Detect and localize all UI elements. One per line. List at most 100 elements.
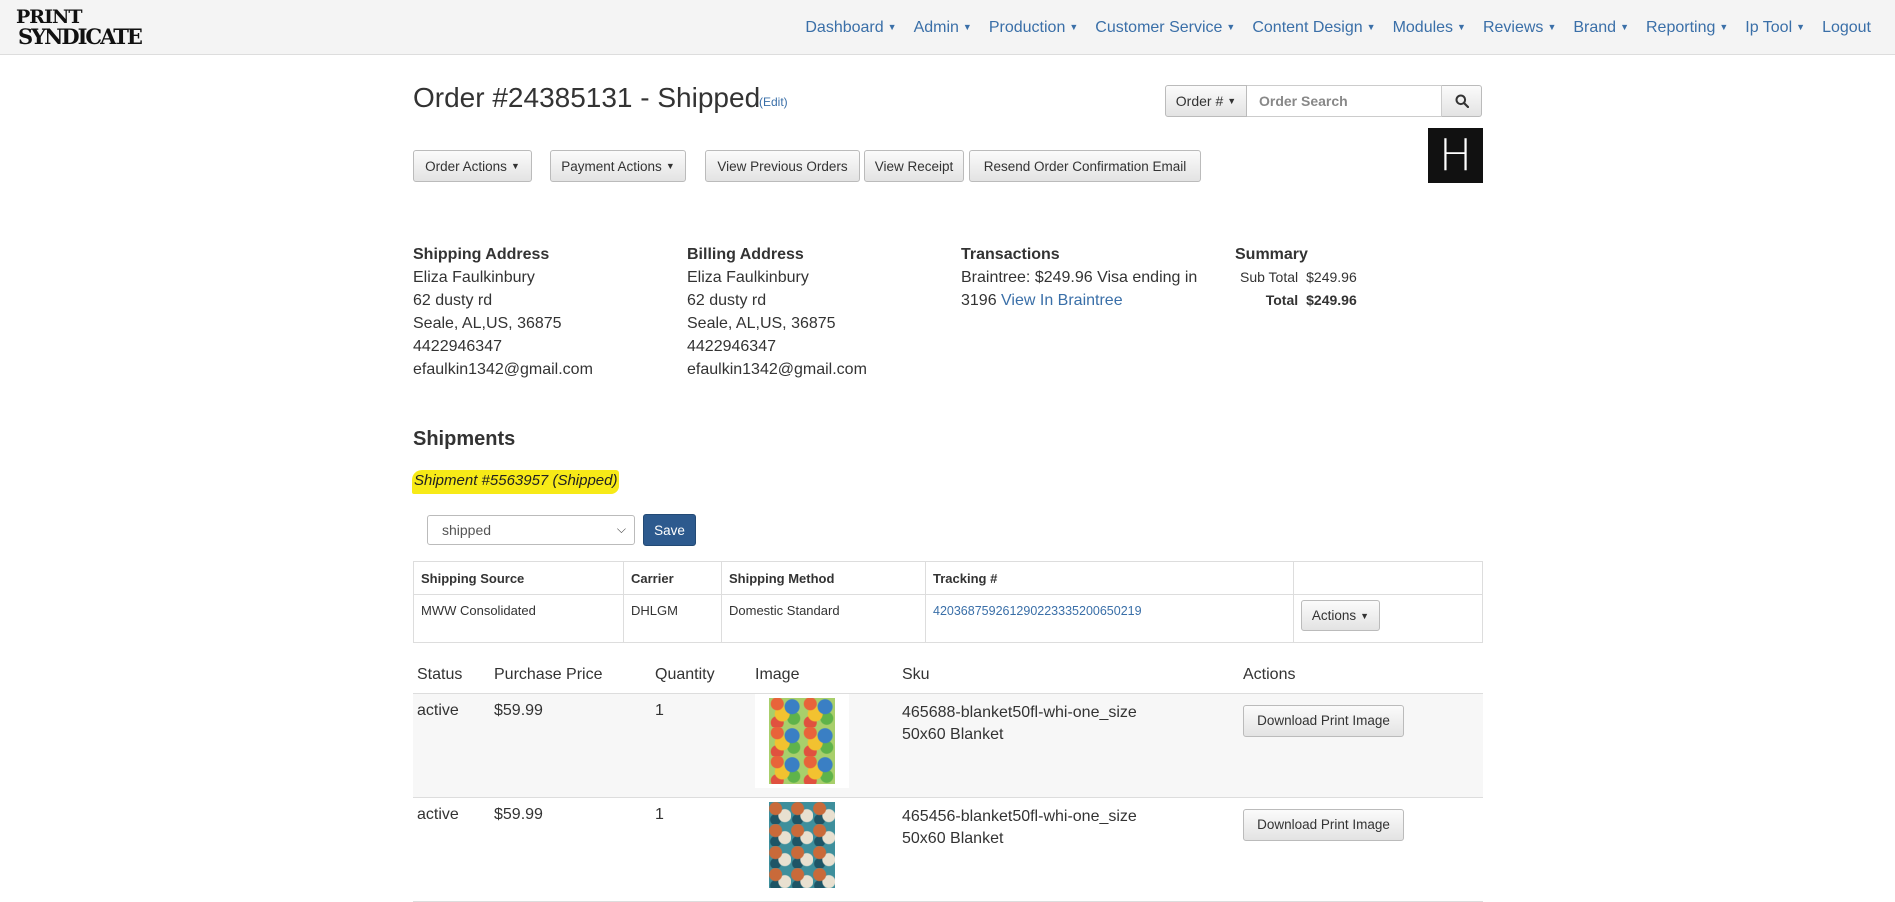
transaction-line: Braintree: $249.96 Visa ending in — [961, 269, 1198, 286]
billing-name: Eliza Faulkinbury — [687, 269, 809, 286]
item-quantity: 1 — [651, 693, 751, 798]
billing-street: 62 dusty rd — [687, 292, 767, 309]
nav-dashboard[interactable]: Dashboard ▼ — [805, 19, 896, 37]
payment-actions-button[interactable]: Payment Actions ▼ — [550, 150, 686, 182]
subtotal-label: Sub Total — [1240, 269, 1299, 285]
col-shipping-source: Shipping Source — [413, 561, 624, 595]
billing-email: efaulkin1342@gmail.com — [687, 361, 867, 378]
caret-down-icon: ▼ — [1069, 22, 1079, 33]
billing-address-block: Billing Address Eliza Faulkinbury 62 dus… — [687, 243, 927, 381]
col-tracking: Tracking # — [925, 561, 1294, 595]
view-previous-orders-button[interactable]: View Previous Orders — [705, 150, 860, 182]
item-row: active $59.99 1 465688-blanket50fl-whi-o… — [413, 693, 1483, 798]
item-sku: 465456-blanket50fl-whi-one_size — [902, 807, 1137, 825]
order-actions-button[interactable]: Order Actions ▼ — [413, 150, 532, 182]
nav-admin[interactable]: Admin ▼ — [914, 19, 972, 37]
nav-reviews[interactable]: Reviews ▼ — [1483, 19, 1556, 37]
total-label: Total — [1265, 292, 1299, 308]
nav-brand[interactable]: Brand ▼ — [1573, 19, 1629, 37]
caret-down-icon: ▼ — [1620, 22, 1629, 33]
product-thumbnail[interactable] — [755, 797, 849, 892]
shipping-street: 62 dusty rd — [413, 292, 493, 309]
item-status: active — [413, 797, 490, 902]
shipment-table: Shipping Source Carrier Shipping Method … — [413, 561, 1483, 643]
caret-down-icon: ▼ — [665, 161, 675, 171]
shipment-label: Shipment #5563957 (Shipped) — [412, 470, 620, 494]
shipping-phone: 4422946347 — [413, 338, 502, 355]
transactions-heading: Transactions — [961, 246, 1060, 263]
nav-content-design[interactable]: Content Design ▼ — [1252, 19, 1375, 37]
card-ending: 3196 — [961, 292, 997, 309]
order-search-group: Order # ▼ — [1165, 85, 1482, 117]
item-product-name: 50x60 Blanket — [902, 725, 1004, 743]
caret-down-icon: ▼ — [1226, 22, 1236, 33]
shipping-email: efaulkin1342@gmail.com — [413, 361, 593, 378]
shipping-address-heading: Shipping Address — [413, 246, 550, 263]
billing-city: Seale, AL,US, 36875 — [687, 315, 836, 332]
nav-reporting[interactable]: Reporting ▼ — [1646, 19, 1728, 37]
save-status-button[interactable]: Save — [643, 514, 696, 546]
status-select-value: shipped — [442, 522, 492, 538]
view-receipt-button[interactable]: View Receipt — [864, 150, 964, 182]
item-row: active $59.99 1 465456-blanket50fl-whi-o… — [413, 797, 1483, 902]
caret-down-icon: ▼ — [1360, 610, 1370, 621]
nav-logout[interactable]: Logout — [1822, 19, 1871, 37]
transactions-block: Transactions Braintree: $249.96 Visa end… — [961, 243, 1201, 312]
nav-ip-tool[interactable]: Ip Tool ▼ — [1745, 19, 1805, 37]
summary-block: Summary Sub Total $249.96 Total $249.96 — [1235, 243, 1475, 312]
download-print-image-button[interactable]: Download Print Image — [1243, 704, 1404, 737]
carrier-cell: DHLGM — [623, 594, 722, 643]
item-quantity: 1 — [651, 797, 751, 902]
shipments-heading: Shipments — [413, 428, 516, 450]
col-actions: Actions — [1239, 657, 1483, 694]
order-search-input[interactable] — [1247, 85, 1442, 117]
tracking-number-link[interactable]: 420368759261290223335200650219 — [933, 604, 1142, 618]
download-print-image-button[interactable]: Download Print Image — [1243, 808, 1404, 841]
col-quantity: Quantity — [651, 657, 751, 694]
item-price: $59.99 — [490, 797, 651, 902]
col-status: Status — [413, 657, 490, 694]
order-items-table: Status Purchase Price Quantity Image Sku… — [413, 657, 1483, 902]
shipment-row: MWW Consolidated DHLGM Domestic Standard… — [413, 594, 1483, 643]
nav-customer-service[interactable]: Customer Service ▼ — [1095, 19, 1235, 37]
top-navbar: PRINT SYNDICATE Dashboard ▼ Admin ▼ Produc… — [0, 0, 1895, 55]
view-in-braintree-link[interactable]: View In Braintree — [1001, 292, 1123, 309]
brand-logo: H — [1428, 128, 1483, 183]
caret-down-icon: ▼ — [1719, 22, 1729, 33]
print-syndicate-logo[interactable]: PRINT SYNDICATE — [16, 6, 143, 50]
shipping-source-cell: MWW Consolidated — [413, 594, 624, 643]
total-value: $249.96 — [1306, 292, 1357, 308]
summary-table: Sub Total $249.96 Total $249.96 — [1235, 266, 1357, 312]
blanket-pattern-image — [769, 801, 835, 888]
nav-modules[interactable]: Modules ▼ — [1393, 19, 1466, 37]
item-product-name: 50x60 Blanket — [902, 829, 1004, 847]
logo-line-2: SYNDICATE — [18, 24, 143, 49]
item-status: active — [413, 693, 490, 798]
summary-heading: Summary — [1235, 246, 1308, 263]
col-shipping-method: Shipping Method — [721, 561, 926, 595]
shipment-actions-button[interactable]: Actions ▼ — [1301, 600, 1380, 631]
product-thumbnail[interactable] — [755, 693, 849, 788]
col-actions-empty — [1293, 561, 1483, 595]
edit-order-link[interactable]: (Edit) — [759, 95, 788, 109]
search-button[interactable] — [1442, 85, 1482, 117]
shipping-city: Seale, AL,US, 36875 — [413, 315, 562, 332]
page-title: Order #24385131 - Shipped — [413, 82, 761, 113]
chevron-down-icon: ⌵ — [616, 522, 626, 536]
resend-confirmation-button[interactable]: Resend Order Confirmation Email — [969, 150, 1201, 182]
shipping-method-cell: Domestic Standard — [721, 594, 926, 643]
caret-down-icon: ▼ — [1547, 22, 1557, 33]
item-price: $59.99 — [490, 693, 651, 798]
shipment-status-select[interactable]: shipped ⌵ — [427, 515, 635, 545]
col-carrier: Carrier — [623, 561, 722, 595]
order-number-dropdown[interactable]: Order # ▼ — [1165, 85, 1247, 117]
search-icon — [1455, 94, 1469, 108]
billing-phone: 4422946347 — [687, 338, 776, 355]
shipping-address-block: Shipping Address Eliza Faulkinbury 62 du… — [413, 243, 653, 381]
caret-down-icon: ▼ — [1457, 22, 1466, 33]
main-nav: Dashboard ▼ Admin ▼ Production ▼ Customer S… — [805, 0, 1871, 55]
nav-production[interactable]: Production ▼ — [989, 19, 1078, 37]
caret-down-icon: ▼ — [887, 22, 897, 33]
caret-down-icon: ▼ — [510, 161, 520, 171]
blanket-pattern-image — [769, 697, 835, 784]
